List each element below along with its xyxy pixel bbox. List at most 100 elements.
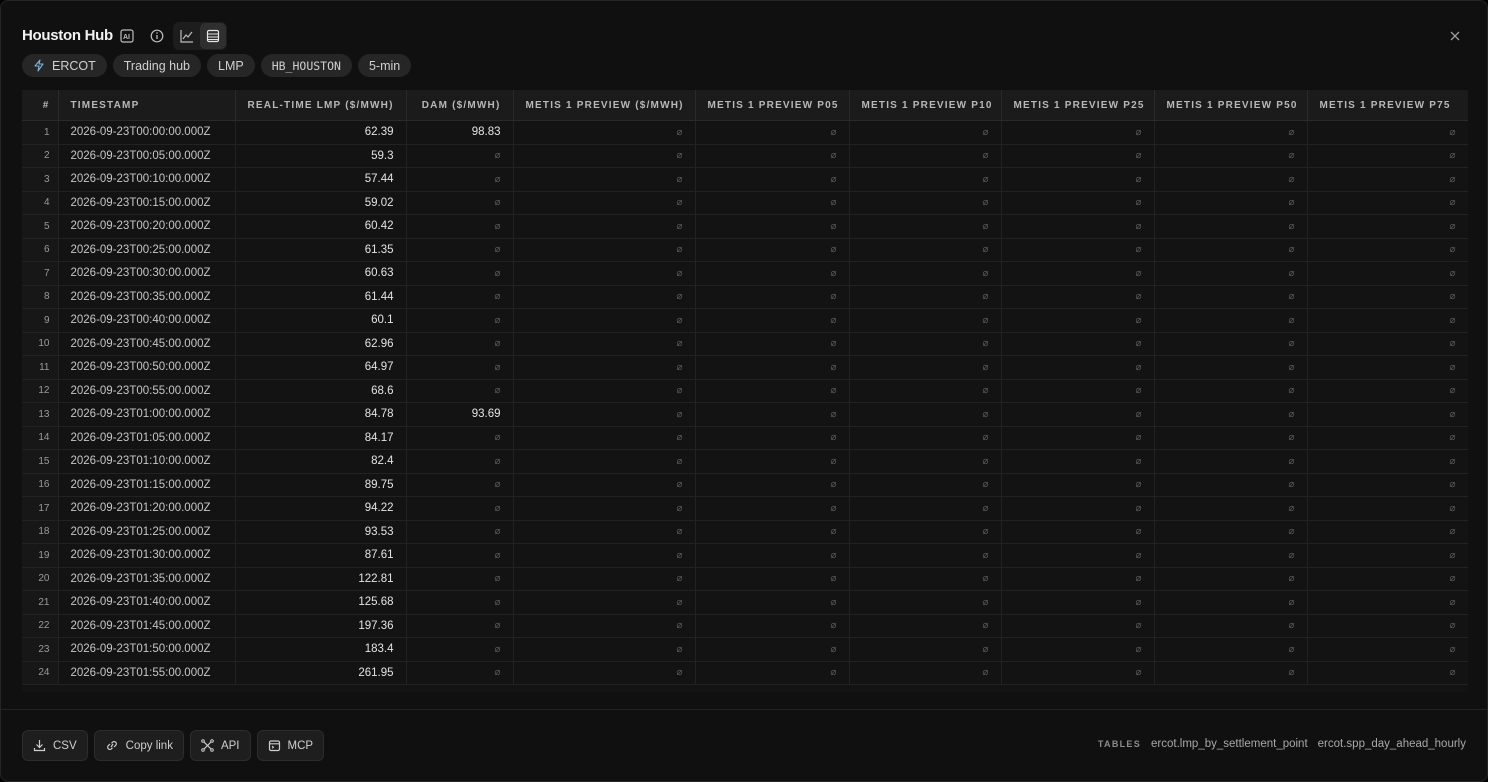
- cell-metis-p25: ⌀: [1001, 261, 1155, 286]
- table-row[interactable]: 15 2026-09-23T01:10:00.000Z 82.4 ⌀ ⌀ ⌀ ⌀ ⌀ ⌀ ⌀: [22, 449, 1468, 474]
- table-row[interactable]: 20 2026-09-23T01:35:00.000Z 122.81 ⌀ ⌀ ⌀ ⌀ ⌀ ⌀ ⌀: [22, 567, 1468, 591]
- cell-metis-p05: ⌀: [695, 261, 850, 286]
- column-header-metis-p05[interactable]: METIS 1 PREVIEW P05: [695, 90, 850, 121]
- table-row[interactable]: 1 2026-09-23T00:00:00.000Z 62.39 98.83 ⌀ ⌀ ⌀ ⌀ ⌀…: [22, 120, 1468, 145]
- column-header-realtime-lmp[interactable]: REAL-TIME LMP ($/MWH): [235, 90, 407, 121]
- cell-metis-p05: ⌀: [695, 238, 850, 262]
- table-row[interactable]: 24 2026-09-23T01:55:00.000Z 261.95 ⌀ ⌀ ⌀ ⌀ ⌀ ⌀ ⌀: [22, 661, 1468, 685]
- data-table-container[interactable]: # TIMESTAMP REAL-TIME LMP ($/MWH) DAM ($…: [22, 90, 1468, 692]
- cell-metis-p25: ⌀: [1001, 214, 1155, 239]
- table-view-icon[interactable]: [200, 23, 226, 49]
- cell-metis-p75: ⌀: [1307, 308, 1468, 333]
- cell-metis-p25: ⌀: [1001, 520, 1155, 544]
- cell-metis-preview: ⌀: [513, 379, 696, 403]
- chip-settlement-point[interactable]: HB_HOUSTON: [260, 54, 352, 77]
- chip-trading-hub[interactable]: Trading hub: [112, 54, 201, 77]
- column-header-dam[interactable]: DAM ($/MWH): [406, 90, 514, 121]
- cell-metis-p75: ⌀: [1307, 567, 1468, 591]
- table-row[interactable]: 18 2026-09-23T01:25:00.000Z 93.53 ⌀ ⌀ ⌀ ⌀ ⌀ ⌀ ⌀: [22, 520, 1468, 544]
- chip-ercot[interactable]: ERCOT: [22, 54, 107, 77]
- cell-metis-p05: ⌀: [695, 614, 850, 638]
- table-row[interactable]: 11 2026-09-23T00:50:00.000Z 64.97 ⌀ ⌀ ⌀ ⌀ ⌀ ⌀ ⌀: [22, 355, 1468, 380]
- table-row[interactable]: 16 2026-09-23T01:15:00.000Z 89.75 ⌀ ⌀ ⌀ ⌀ ⌀ ⌀ ⌀: [22, 473, 1468, 497]
- table-row[interactable]: 17 2026-09-23T01:20:00.000Z 94.22 ⌀ ⌀ ⌀ ⌀ ⌀ ⌀ ⌀: [22, 496, 1468, 521]
- table-row[interactable]: 5 2026-09-23T00:20:00.000Z 60.42 ⌀ ⌀ ⌀ ⌀ ⌀ ⌀ ⌀: [22, 214, 1468, 239]
- row-index: 5: [22, 214, 59, 239]
- cell-metis-p50: ⌀: [1154, 426, 1308, 450]
- cell-metis-p05: ⌀: [695, 144, 850, 168]
- cell-metis-p75: ⌀: [1307, 261, 1468, 286]
- close-icon[interactable]: [1442, 23, 1468, 49]
- cell-dam: ⌀: [406, 191, 514, 215]
- cell-metis-p10: ⌀: [849, 567, 1002, 591]
- table-row[interactable]: 14 2026-09-23T01:05:00.000Z 84.17 ⌀ ⌀ ⌀ ⌀ ⌀ ⌀ ⌀: [22, 426, 1468, 450]
- column-header-timestamp[interactable]: TIMESTAMP: [58, 90, 236, 121]
- cell-timestamp: 2026-09-23T00:50:00.000Z: [58, 355, 236, 380]
- cell-realtime-lmp: 122.81: [235, 567, 407, 591]
- cell-dam: ⌀: [406, 614, 514, 638]
- source-table-lmp[interactable]: ercot.lmp_by_settlement_point: [1151, 738, 1308, 750]
- column-header-metis-p75[interactable]: METIS 1 PREVIEW P75: [1307, 90, 1468, 121]
- table-row[interactable]: 4 2026-09-23T00:15:00.000Z 59.02 ⌀ ⌀ ⌀ ⌀ ⌀ ⌀ ⌀: [22, 191, 1468, 215]
- cell-timestamp: 2026-09-23T00:30:00.000Z: [58, 261, 236, 286]
- cell-metis-p50: ⌀: [1154, 637, 1308, 662]
- cell-metis-p50: ⌀: [1154, 402, 1308, 427]
- source-table-spp[interactable]: ercot.spp_day_ahead_hourly: [1318, 738, 1466, 750]
- cell-metis-p05: ⌀: [695, 637, 850, 662]
- table-row[interactable]: 3 2026-09-23T00:10:00.000Z 57.44 ⌀ ⌀ ⌀ ⌀ ⌀ ⌀ ⌀: [22, 167, 1468, 192]
- table-row[interactable]: 21 2026-09-23T01:40:00.000Z 125.68 ⌀ ⌀ ⌀ ⌀ ⌀ ⌀ ⌀: [22, 590, 1468, 615]
- cell-metis-p25: ⌀: [1001, 637, 1155, 662]
- cell-metis-p10: ⌀: [849, 543, 1002, 568]
- table-row[interactable]: 22 2026-09-23T01:45:00.000Z 197.36 ⌀ ⌀ ⌀ ⌀ ⌀ ⌀ ⌀: [22, 614, 1468, 638]
- cell-metis-p50: ⌀: [1154, 238, 1308, 262]
- table-row[interactable]: 19 2026-09-23T01:30:00.000Z 87.61 ⌀ ⌀ ⌀ ⌀ ⌀ ⌀ ⌀: [22, 543, 1468, 568]
- cell-realtime-lmp: 94.22: [235, 496, 407, 521]
- cell-realtime-lmp: 84.78: [235, 402, 407, 427]
- table-row[interactable]: 10 2026-09-23T00:45:00.000Z 62.96 ⌀ ⌀ ⌀ ⌀ ⌀ ⌀ ⌀: [22, 332, 1468, 356]
- cell-timestamp: 2026-09-23T01:10:00.000Z: [58, 449, 236, 474]
- cell-metis-p75: ⌀: [1307, 285, 1468, 309]
- cell-timestamp: 2026-09-23T01:25:00.000Z: [58, 520, 236, 544]
- table-row[interactable]: 9 2026-09-23T00:40:00.000Z 60.1 ⌀ ⌀ ⌀ ⌀ ⌀ ⌀ ⌀: [22, 308, 1468, 333]
- column-header-metis-p25[interactable]: METIS 1 PREVIEW P25: [1001, 90, 1155, 121]
- cell-metis-p25: ⌀: [1001, 590, 1155, 615]
- mcp-button[interactable]: MCP: [256, 730, 325, 761]
- cell-metis-p10: ⌀: [849, 285, 1002, 309]
- table-row[interactable]: 2 2026-09-23T00:05:00.000Z 59.3 ⌀ ⌀ ⌀ ⌀ ⌀ ⌀ ⌀: [22, 144, 1468, 168]
- cell-metis-p50: ⌀: [1154, 661, 1308, 685]
- cell-metis-p50: ⌀: [1154, 191, 1308, 215]
- cell-metis-p10: ⌀: [849, 402, 1002, 427]
- cell-metis-p25: ⌀: [1001, 120, 1155, 145]
- column-header-metis-p10[interactable]: METIS 1 PREVIEW P10: [849, 90, 1002, 121]
- button-label: MCP: [287, 739, 314, 752]
- table-row[interactable]: 7 2026-09-23T00:30:00.000Z 60.63 ⌀ ⌀ ⌀ ⌀ ⌀ ⌀ ⌀: [22, 261, 1468, 286]
- table-row[interactable]: 6 2026-09-23T00:25:00.000Z 61.35 ⌀ ⌀ ⌀ ⌀ ⌀ ⌀ ⌀: [22, 238, 1468, 262]
- chart-view-icon[interactable]: [174, 23, 200, 49]
- cell-metis-p75: ⌀: [1307, 637, 1468, 662]
- row-index: 16: [22, 473, 59, 497]
- ai-icon[interactable]: AI: [114, 23, 140, 49]
- cell-metis-p75: ⌀: [1307, 661, 1468, 685]
- column-header-metis-preview[interactable]: METIS 1 PREVIEW ($/MWH): [513, 90, 696, 121]
- button-label: API: [220, 739, 240, 752]
- table-row[interactable]: 12 2026-09-23T00:55:00.000Z 68.6 ⌀ ⌀ ⌀ ⌀ ⌀ ⌀ ⌀: [22, 379, 1468, 403]
- cell-metis-p10: ⌀: [849, 426, 1002, 450]
- chip-interval[interactable]: 5-min: [357, 54, 412, 77]
- chip-lmp[interactable]: LMP: [207, 54, 255, 77]
- cell-metis-p75: ⌀: [1307, 332, 1468, 356]
- column-header-metis-p50[interactable]: METIS 1 PREVIEW P50: [1154, 90, 1308, 121]
- table-row[interactable]: 8 2026-09-23T00:35:00.000Z 61.44 ⌀ ⌀ ⌀ ⌀ ⌀ ⌀ ⌀: [22, 285, 1468, 309]
- table-row[interactable]: 23 2026-09-23T01:50:00.000Z 183.4 ⌀ ⌀ ⌀ ⌀ ⌀ ⌀ ⌀: [22, 637, 1468, 662]
- api-button[interactable]: API: [189, 730, 251, 761]
- table-row[interactable]: 13 2026-09-23T01:00:00.000Z 84.78 93.69 ⌀ ⌀ ⌀ ⌀…: [22, 402, 1468, 427]
- csv-button[interactable]: CSV: [22, 730, 88, 761]
- copy-link-button[interactable]: Copy link: [93, 730, 184, 761]
- row-index: 10: [22, 332, 59, 356]
- cell-realtime-lmp: 89.75: [235, 473, 407, 497]
- cell-dam: 93.69: [406, 402, 514, 427]
- cell-realtime-lmp: 87.61: [235, 543, 407, 568]
- info-icon[interactable]: [144, 23, 170, 49]
- cell-metis-p05: ⌀: [695, 355, 850, 380]
- cell-realtime-lmp: 183.4: [235, 637, 407, 662]
- cell-metis-preview: ⌀: [513, 167, 696, 192]
